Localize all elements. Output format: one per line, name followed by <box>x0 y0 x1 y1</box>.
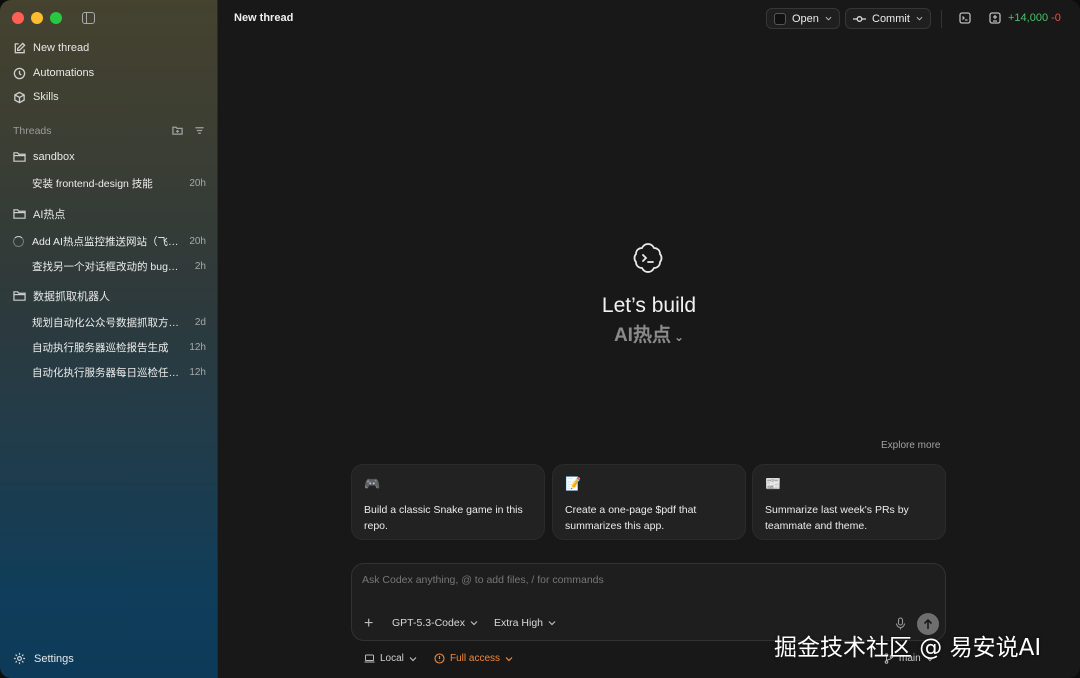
settings-button[interactable]: Settings <box>13 652 74 665</box>
loading-spinner-icon <box>13 236 24 247</box>
thread-title: 查找另一个对话框改动的 bug… <box>32 260 179 273</box>
commit-button[interactable]: Commit <box>845 8 931 29</box>
nav-label: New thread <box>33 42 90 54</box>
close-window-button[interactable] <box>12 12 24 24</box>
suggestion-card[interactable]: 📰 Summarize last week's PRs by teammate … <box>752 464 946 540</box>
access-label: Full access <box>450 653 501 664</box>
diff-stats[interactable]: +14,000 -0 <box>1008 12 1061 24</box>
main-panel: New thread Open Commit +14,000 -0 Let’s … <box>218 0 1080 678</box>
thread-title: 规划自动化公众号数据抓取方… <box>32 316 179 329</box>
chevron-down-icon: ⌄ <box>673 330 685 344</box>
chevron-down-icon <box>825 16 832 21</box>
thread-title: 自动执行服务器巡检报告生成 <box>32 341 169 354</box>
thread-title: 自动化执行服务器每日巡检任… <box>32 366 179 379</box>
suggestion-text: Summarize last week's PRs by teammate an… <box>765 504 909 532</box>
thread-time: 20h <box>189 235 206 247</box>
access-selector[interactable]: Full access <box>434 653 513 664</box>
commit-label: Commit <box>872 12 910 25</box>
toolbar-divider <box>941 10 942 28</box>
folder-icon <box>13 152 26 162</box>
thread-item[interactable]: 自动化执行服务器每日巡检任… 12h <box>32 364 206 380</box>
explore-more-link[interactable]: Explore more <box>881 440 940 451</box>
chevron-down-icon <box>916 16 923 21</box>
folder-icon <box>13 291 26 301</box>
prompt-input[interactable] <box>362 574 932 586</box>
environment-selector[interactable]: Local <box>364 653 417 664</box>
cube-icon <box>14 91 25 103</box>
newspaper-icon: 📰 <box>765 476 782 491</box>
reasoning-selector[interactable]: Extra High <box>494 617 556 629</box>
add-attachment-button[interactable]: + <box>364 616 373 632</box>
thread-time: 20h <box>189 177 206 189</box>
effort-label: Extra High <box>494 617 544 629</box>
suggestion-text: Build a classic Snake game in this repo. <box>364 504 523 532</box>
nav-label: Automations <box>33 67 95 79</box>
nav-new-thread[interactable]: New thread <box>13 39 89 57</box>
thread-time: 2d <box>194 316 206 328</box>
thread-time: 2h <box>194 260 206 272</box>
clock-icon <box>13 67 26 79</box>
window-controls <box>12 12 62 24</box>
folder-ai-hotspot[interactable]: AI热点 <box>13 206 65 222</box>
settings-label: Settings <box>34 652 74 665</box>
folder-icon <box>13 209 26 219</box>
folder-data-scraper[interactable]: 数据抓取机器人 <box>13 288 110 304</box>
sidebar-toggle-icon[interactable] <box>82 12 95 24</box>
folder-sandbox[interactable]: sandbox <box>13 149 75 165</box>
diff-removed: -0 <box>1051 12 1061 24</box>
open-button[interactable]: Open <box>766 8 840 29</box>
gear-icon <box>13 652 26 665</box>
suggestion-card[interactable]: 📝 Create a one-page $pdf that summarizes… <box>552 464 746 540</box>
laptop-icon <box>364 654 375 663</box>
thread-item[interactable]: 安装 frontend-design 技能 20h <box>32 175 206 191</box>
sidebar: New thread Automations Skills Threads sa… <box>0 0 218 678</box>
chevron-down-icon <box>470 621 478 626</box>
watermark: 掘金技术社区 @ 易安说AI <box>774 635 1042 661</box>
diff-icon[interactable] <box>989 12 1001 24</box>
model-label: GPT-5.3-Codex <box>392 617 465 629</box>
document-icon: 📝 <box>565 476 582 491</box>
model-selector[interactable]: GPT-5.3-Codex <box>392 617 478 629</box>
suggestion-text: Create a one-page $pdf that summarizes t… <box>565 504 697 532</box>
diff-added: +14,000 <box>1008 12 1049 24</box>
threads-heading: Threads <box>13 125 52 137</box>
folder-label: AI热点 <box>33 209 66 221</box>
thread-title: 安装 frontend-design 技能 <box>32 177 153 190</box>
thread-item[interactable]: Add AI热点监控推送网站（飞… 20h <box>32 233 206 249</box>
chevron-down-icon <box>548 621 556 626</box>
chevron-down-icon <box>409 656 417 661</box>
thread-title: Add AI热点监控推送网站（飞… <box>32 235 179 248</box>
filter-icon[interactable] <box>194 125 205 136</box>
environment-label: Local <box>380 653 404 664</box>
thread-time: 12h <box>189 366 206 378</box>
minimize-window-button[interactable] <box>31 12 43 24</box>
thread-item[interactable]: 规划自动化公众号数据抓取方… 2d <box>32 314 206 330</box>
edit-icon <box>14 41 26 53</box>
suggestion-card[interactable]: 🎮 Build a classic Snake game in this rep… <box>351 464 545 540</box>
codex-logo-icon <box>633 243 663 273</box>
gamepad-icon: 🎮 <box>364 476 381 491</box>
thread-time: 12h <box>189 341 206 353</box>
nav-skills[interactable]: Skills <box>13 88 59 106</box>
project-selector[interactable]: AI热点 ⌄ <box>218 320 1080 347</box>
warning-icon <box>434 653 445 664</box>
chevron-down-icon <box>505 656 513 661</box>
folder-label: 数据抓取机器人 <box>33 291 110 303</box>
folder-label: sandbox <box>33 151 75 163</box>
app-window: New thread Automations Skills Threads sa… <box>0 0 1080 678</box>
zoom-window-button[interactable] <box>50 12 62 24</box>
hero-title: Let’s build <box>601 294 697 317</box>
page-title: New thread <box>234 12 294 24</box>
app-icon <box>774 12 786 25</box>
nav-automations[interactable]: Automations <box>13 64 94 82</box>
new-folder-icon[interactable] <box>172 125 183 136</box>
terminal-icon[interactable] <box>959 12 971 24</box>
open-label: Open <box>792 12 819 25</box>
thread-item[interactable]: 查找另一个对话框改动的 bug… 2h <box>32 258 206 274</box>
nav-label: Skills <box>33 91 59 103</box>
commit-icon <box>853 15 866 22</box>
project-name: AI热点 <box>613 325 671 346</box>
thread-item[interactable]: 自动执行服务器巡检报告生成 12h <box>32 339 206 355</box>
